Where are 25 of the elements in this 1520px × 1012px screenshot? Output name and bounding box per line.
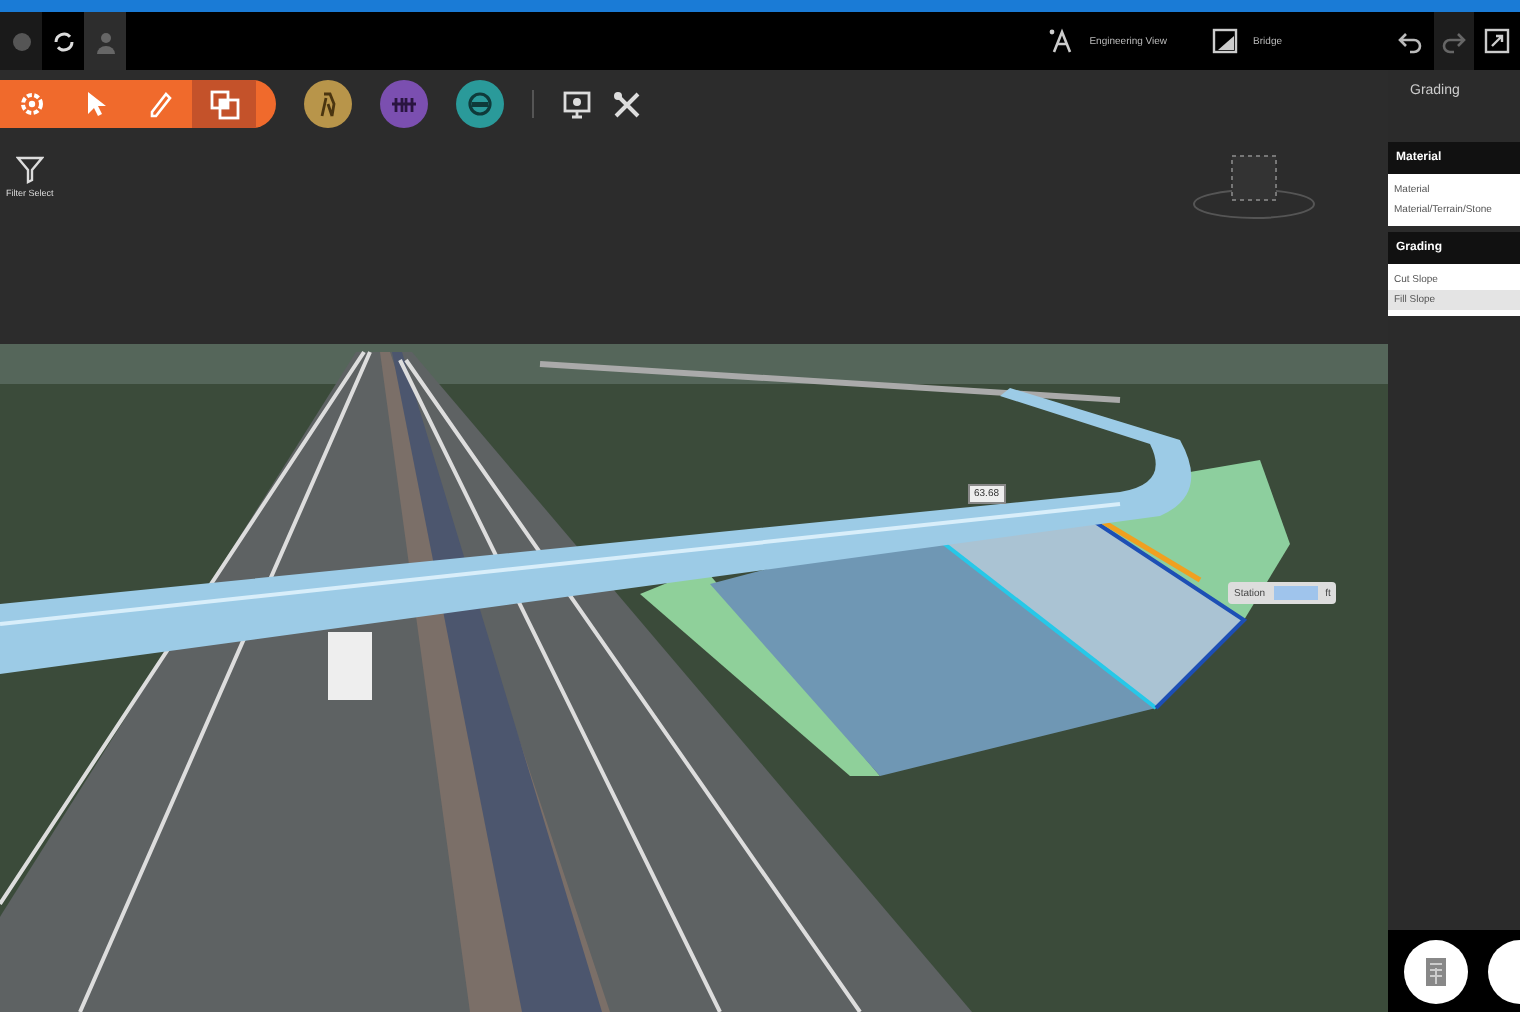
expand-icon[interactable] <box>1484 28 1510 54</box>
filter-icon <box>15 156 44 184</box>
calculator-button[interactable] <box>1404 939 1468 1003</box>
monitor-icon[interactable] <box>562 89 592 119</box>
mode-button[interactable] <box>192 80 256 128</box>
circle-tool-button[interactable] <box>380 80 428 128</box>
tunnel-icon <box>466 90 494 118</box>
redo-button[interactable] <box>1434 12 1474 70</box>
gear-icon <box>18 90 46 118</box>
station-field[interactable] <box>1273 586 1318 600</box>
pencil-icon <box>146 90 174 118</box>
figure-icon <box>316 90 340 118</box>
circle-tool-button[interactable] <box>304 80 352 128</box>
image-icon <box>1211 28 1238 54</box>
redo-icon <box>1440 27 1468 55</box>
sync-icon <box>51 29 75 53</box>
circle-icon <box>11 31 31 51</box>
cursor-icon <box>84 90 108 118</box>
tools-icon[interactable] <box>612 89 642 119</box>
calculator-icon <box>1426 957 1446 985</box>
overlap-squares-icon <box>209 89 239 119</box>
circle-tool-button[interactable] <box>456 80 504 128</box>
person-icon <box>93 29 117 53</box>
undo-icon[interactable] <box>1396 27 1424 55</box>
bridge-icon <box>390 94 418 114</box>
